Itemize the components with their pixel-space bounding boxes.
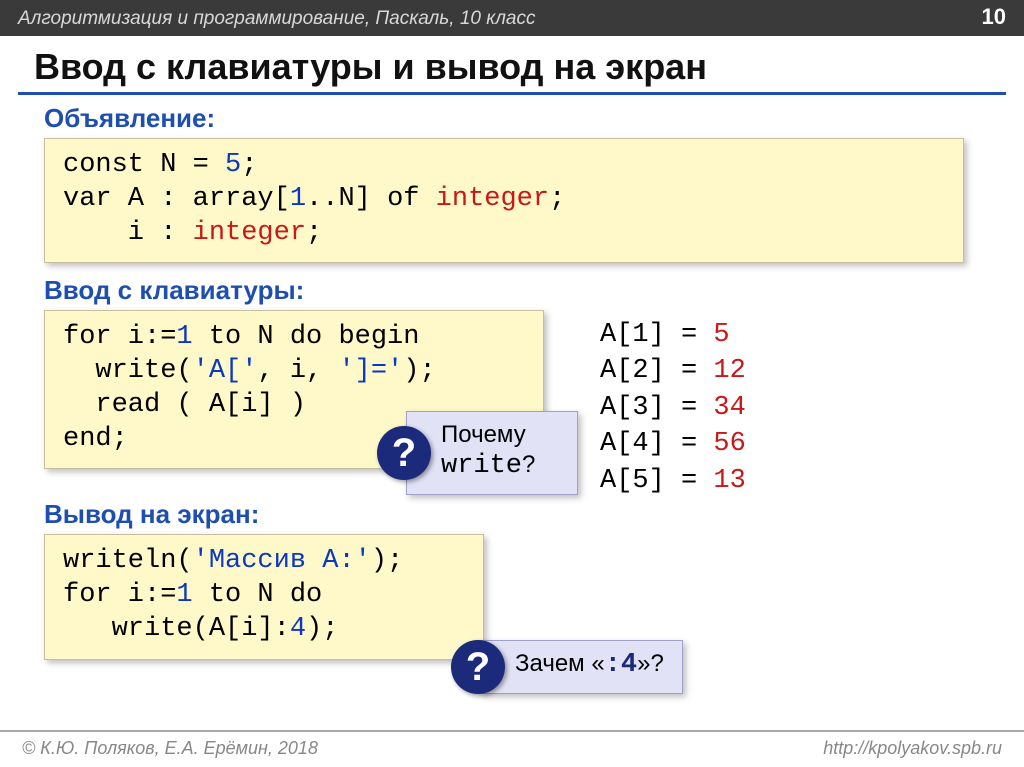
question-mark-icon: ? <box>451 640 505 694</box>
question-mark-icon: ? <box>377 426 431 480</box>
page-title: Ввод с клавиатуры и вывод на экран <box>0 36 1024 92</box>
title-rule <box>18 92 1006 95</box>
callout-line1: Почему <box>441 421 526 448</box>
section-input-label: Ввод с клавиатуры: <box>44 275 994 306</box>
breadcrumb: Алгоритмизация и программирование, Паска… <box>18 8 536 30</box>
section-output-label: Вывод на экран: <box>44 499 994 530</box>
code-output: writeln('Массив A:'); for i:=1 to N do w… <box>44 534 484 659</box>
page-number: 10 <box>982 4 1006 30</box>
code-declaration: const N = 5; var A : array[1..N] of inte… <box>44 138 964 263</box>
copyright: © К.Ю. Поляков, Е.А. Ерёмин, 2018 <box>22 738 318 759</box>
footer: © К.Ю. Поляков, Е.А. Ерёмин, 2018 http:/… <box>0 730 1024 767</box>
section-declaration-label: Объявление: <box>44 103 994 134</box>
footer-url: http://kpolyakov.spb.ru <box>823 738 1002 759</box>
sample-output: A[1] = 5 A[2] = 12 A[3] = 34 A[4] = 56 A… <box>600 317 746 499</box>
callout-why-write: ? Почему write? <box>406 411 578 495</box>
callout-why-colon4: ? Зачем «:4»? <box>480 640 683 694</box>
topbar: Алгоритмизация и программирование, Паска… <box>0 0 1024 36</box>
content: Объявление: const N = 5; var A : array[1… <box>0 103 1024 672</box>
callout-code: write <box>441 451 522 481</box>
